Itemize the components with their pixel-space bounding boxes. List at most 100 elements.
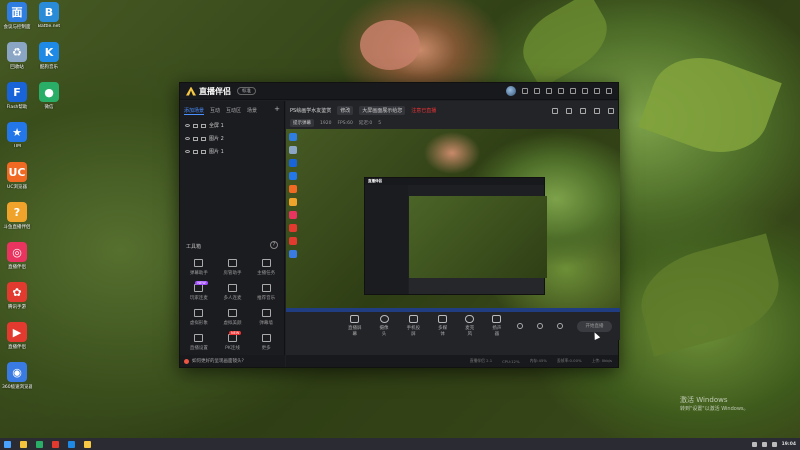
desktop-icon[interactable]: K 酷狗音乐 (34, 42, 64, 70)
settings-icon[interactable] (570, 88, 576, 94)
tip-bar[interactable]: 如何更好的呈现画面镜头? (180, 355, 285, 367)
desktop-icon[interactable]: ★ TIM (2, 122, 32, 149)
desktop-icon-label: Flash帮助 (6, 105, 28, 110)
start-icon[interactable] (4, 440, 11, 448)
nested-title: 直播伴侣 (365, 178, 544, 185)
tool-item[interactable]: 弹幕助手 (182, 259, 216, 276)
eye-icon[interactable] (537, 323, 544, 329)
screen-capture-button[interactable]: 直播屏幕 (346, 315, 363, 337)
desktop-icon[interactable]: UC UC浏览器 (2, 162, 32, 190)
network-icon[interactable] (751, 441, 757, 447)
tool-icon (261, 259, 271, 267)
scene-item[interactable]: 全屏 1 (180, 119, 284, 132)
clock[interactable]: 19:04 (782, 442, 796, 447)
desktop-icon-label: 微信 (44, 105, 54, 110)
meta-chip[interactable]: 提示弹幕 (290, 119, 314, 127)
phone-cast-button[interactable]: 手机投屏 (405, 315, 422, 337)
minimize-icon[interactable] (582, 88, 588, 94)
status-item: 丢帧率:0.00% (556, 358, 582, 363)
tool-icon (194, 284, 204, 292)
gift-icon[interactable] (552, 107, 558, 114)
share-icon[interactable] (608, 107, 614, 114)
bell-icon[interactable] (594, 107, 600, 114)
desktop-icon[interactable]: ● 微信 (34, 82, 64, 110)
app-icon: UC (7, 162, 27, 182)
tool-item[interactable]: 弹幕墙 (249, 309, 283, 326)
tool-icon (261, 284, 271, 292)
tool-icon (194, 334, 204, 342)
help-icon[interactable]: ? (270, 241, 278, 249)
tool-item[interactable]: 虚拟形象 (182, 309, 216, 326)
stream-preview[interactable]: 直播伴侣 (286, 129, 620, 312)
eye-icon[interactable] (185, 137, 190, 140)
desktop-icon[interactable]: ◉ 360极速浏览器 (2, 362, 32, 390)
lock-icon[interactable] (566, 107, 572, 114)
shirt-icon[interactable] (558, 88, 564, 94)
desktop-icon[interactable]: ◎ 直播伴侣 (2, 242, 32, 270)
avatar[interactable] (506, 86, 516, 96)
tool-item[interactable]: 多人连麦 (216, 284, 250, 301)
desktop-icon[interactable]: ▶ 直播伴侣 (2, 322, 32, 350)
add-source-button[interactable]: + (274, 106, 280, 115)
room-desc[interactable]: 大屏画面展示给您 (359, 106, 406, 115)
app-icon[interactable] (36, 440, 43, 448)
app-title: 直播伴侣 (199, 86, 231, 96)
desktop-icon[interactable]: ✿ 腾讯手游 (2, 282, 32, 310)
eye-icon[interactable] (185, 150, 190, 153)
version-badge[interactable]: 标准 (237, 87, 256, 95)
app-icon: ★ (7, 122, 27, 142)
tool-item[interactable]: 虚拟美颜 (216, 309, 250, 326)
live-app-icon[interactable] (84, 440, 91, 448)
microphone-button[interactable]: 麦克风 (463, 315, 476, 337)
speaker-button[interactable]: 扬声器 (490, 315, 503, 337)
title-bar[interactable]: 直播伴侣 标准 (180, 83, 618, 100)
app-icon[interactable] (52, 440, 59, 448)
desktop-icon[interactable]: ? 斗鱼直播伴侣 (2, 202, 32, 230)
leaf-decoration (638, 42, 782, 168)
scene-item[interactable]: 图片 2 (180, 132, 284, 145)
settings-icon[interactable] (557, 323, 564, 329)
tab-interact-area[interactable]: 互动区 (226, 107, 241, 115)
tool-item[interactable]: 房管助手 (216, 259, 250, 276)
scene-label: 全屏 1 (209, 123, 224, 129)
close-icon[interactable] (606, 88, 612, 94)
media-button[interactable]: 多媒体 (436, 315, 449, 337)
tool-item[interactable]: NEW 玩家连麦 (182, 281, 216, 301)
edit-button[interactable]: 修改 (337, 106, 354, 115)
ime-icon[interactable] (771, 441, 777, 447)
eye-icon[interactable] (185, 124, 190, 127)
tool-item[interactable]: 直播设置 (182, 334, 216, 351)
app-icon[interactable] (68, 440, 75, 448)
lock-icon[interactable] (193, 123, 198, 128)
file-explorer-icon[interactable] (20, 440, 27, 448)
desktop-icon[interactable]: ♻ 回收站 (2, 42, 32, 70)
new-badge: NEW (195, 281, 208, 285)
desktop-icon[interactable]: 面会议与控制面 (2, 2, 32, 30)
volume-icon[interactable] (761, 441, 767, 447)
camera-button[interactable]: 摄像头 (377, 315, 390, 337)
lock-icon[interactable] (193, 149, 198, 154)
tool-label: 虚拟美颜 (223, 321, 242, 326)
tab-interact[interactable]: 互动 (210, 107, 220, 115)
tab-scene[interactable]: 场景 (247, 107, 257, 115)
tool-item[interactable]: NEW PK连线 (216, 331, 250, 351)
record-icon[interactable] (517, 323, 524, 329)
message-icon[interactable] (534, 88, 540, 94)
tool-item[interactable]: 更多 (249, 334, 283, 351)
tool-label: 房管助手 (223, 271, 242, 276)
desktop-icon[interactable]: F Flash帮助 (2, 82, 32, 110)
chat-icon[interactable] (546, 88, 552, 94)
tool-icon (227, 309, 237, 317)
scene-item[interactable]: 图片 1 (180, 145, 284, 158)
room-title[interactable]: PS绘画学水友鉴赏 (290, 107, 331, 114)
start-live-button[interactable]: 开始直播 (577, 320, 613, 332)
maximize-icon[interactable] (594, 88, 600, 94)
tool-item[interactable]: 主播任务 (249, 259, 283, 276)
bag-icon[interactable] (580, 107, 586, 114)
gift-icon[interactable] (522, 88, 528, 94)
desktop-icon[interactable]: B Battle.net (34, 2, 64, 29)
lock-icon[interactable] (193, 136, 198, 141)
tool-item[interactable]: 推荐音乐 (249, 284, 283, 301)
tab-add-scene[interactable]: 添加场景 (184, 107, 205, 115)
nested-controls (409, 278, 544, 294)
